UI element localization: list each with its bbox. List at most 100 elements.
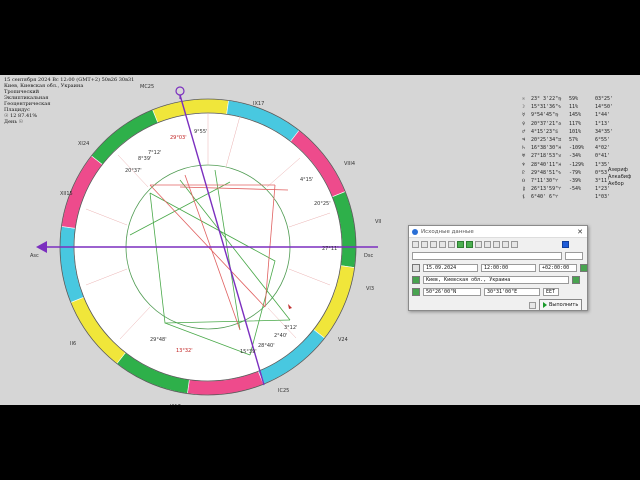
close-button[interactable]: ✕ xyxy=(573,228,587,236)
place-row: Киев, Киевская обл., Украина xyxy=(412,276,580,284)
planet-decl: 14°50' xyxy=(595,104,614,111)
paste-icon[interactable] xyxy=(430,240,437,248)
refresh-icon[interactable] xyxy=(493,240,500,248)
planet-row: ⚸ 6°40' 6"♈ 1°03' xyxy=(522,193,625,201)
planet-degree-label: 4°15' xyxy=(300,177,313,183)
planet-speed: -54% xyxy=(569,186,582,193)
planet-speed xyxy=(569,193,595,201)
planet-degree-label: 20°25' xyxy=(314,201,331,207)
dialog-toolbar xyxy=(409,238,587,250)
ic-label: IC25 xyxy=(278,388,289,394)
planet-pos: 16°38'30"♓ xyxy=(531,145,562,152)
planet-pos: 9°54'45"♍ xyxy=(531,112,559,119)
planet-pos: 15°31'36"♑ xyxy=(531,104,562,111)
green-square-icon[interactable] xyxy=(457,240,464,248)
calendar-icon[interactable] xyxy=(412,264,420,272)
name-input[interactable] xyxy=(412,252,562,260)
circle-icon[interactable] xyxy=(502,240,509,248)
dialog-title: Исходные данные xyxy=(421,228,474,235)
zone-input[interactable]: EET xyxy=(543,288,559,296)
copy-icon[interactable] xyxy=(421,240,428,248)
planet-degree-label: 3°12' xyxy=(284,325,297,331)
globe-icon[interactable] xyxy=(412,276,420,284)
planet-pos: 28°40'11"♓ xyxy=(531,161,562,168)
planet-speed: 101% xyxy=(569,128,582,135)
planet-speed: -129% xyxy=(569,161,585,168)
planet-pos: 6°40' 6"♈ xyxy=(531,194,559,201)
timezone-input[interactable]: +02:00:00 xyxy=(539,264,577,272)
copy-data-icon[interactable] xyxy=(529,301,536,309)
planet-speed: -39% xyxy=(569,178,582,185)
planet-decl: 03°25' xyxy=(595,96,614,102)
planet-degree-label: 15°39' xyxy=(240,349,257,355)
side-label: Алкабиф xyxy=(608,174,632,180)
chart-icon[interactable] xyxy=(475,240,482,248)
planet-row: ♅ 27°18'53"♉ -34% 0°41' xyxy=(522,152,625,160)
planet-speed: -34% xyxy=(569,153,582,160)
planet-decl: 34°35' xyxy=(595,128,614,135)
now-icon[interactable] xyxy=(580,264,588,272)
planet-degree-label: 28°40' xyxy=(258,343,275,349)
play-icon xyxy=(543,302,547,308)
side-label: Акбор xyxy=(608,181,624,187)
house-label: XI24 xyxy=(78,141,89,147)
time-input[interactable]: 12:00:00 xyxy=(481,264,536,272)
location-icon[interactable] xyxy=(412,288,420,296)
dsc-label: Dsc xyxy=(364,253,373,259)
settings-icon[interactable] xyxy=(484,240,491,248)
app-window: MC25 IC25 Asc Dsc IX17 VIII4 VII VI3 V24 XII1… xyxy=(0,75,640,405)
planet-row: ♃ 20°25'34"♊ 57% 6°55' xyxy=(522,136,625,144)
z-icon[interactable] xyxy=(562,240,569,248)
planet-degree-label: 13°32' xyxy=(176,348,193,354)
planet-degree-label: 29°03' xyxy=(170,135,187,141)
planet-glyph: ♄ xyxy=(522,145,526,152)
planet-pos: 20°25'34"♊ xyxy=(531,137,562,144)
name-row xyxy=(412,252,583,260)
planet-decl: 6°55' xyxy=(595,137,611,144)
datetime-row: 15.09.2024 12:00:00 +02:00:00 xyxy=(412,264,588,272)
planet-degree-label: 8°39' xyxy=(138,156,151,162)
asc-label: Asc xyxy=(30,253,39,259)
planet-row: ♂ 4°15'23"♋ 101% 34°35' xyxy=(522,128,625,136)
planet-speed: 59% xyxy=(569,96,579,102)
planet-glyph: ☉ xyxy=(522,96,526,102)
planet-glyph: ♂ xyxy=(522,128,526,135)
date-input[interactable]: 15.09.2024 xyxy=(423,264,478,272)
planet-row: ☉ 23° 3'22"♍ 59% 03°25' xyxy=(522,95,625,103)
planet-decl: 4°02' xyxy=(595,145,611,152)
planet-degree-label: 20°37' xyxy=(125,168,142,174)
side-labels: Азериф Алкабиф Акбор xyxy=(608,167,631,188)
dialog-titlebar[interactable]: Исходные данные ✕ xyxy=(409,226,587,238)
app-icon xyxy=(412,228,418,235)
planet-glyph: ⚸ xyxy=(522,194,526,201)
open-icon[interactable] xyxy=(412,240,419,248)
planet-pos: 23° 3'22"♍ xyxy=(531,96,562,102)
green-bar-icon[interactable] xyxy=(466,240,473,248)
coords-row: 50°26'00"N 30°31'00"E EET xyxy=(412,288,559,296)
name-dropdown[interactable] xyxy=(565,252,583,260)
planet-speed: 145% xyxy=(569,112,582,119)
run-button[interactable]: Выполнить xyxy=(539,299,583,311)
house-label: IX17 xyxy=(253,101,264,107)
planet-decl: 1°03' xyxy=(595,194,611,201)
map-icon[interactable] xyxy=(572,276,580,284)
planet-glyph: ♀ xyxy=(522,120,526,127)
circle-outline-icon[interactable] xyxy=(511,240,518,248)
save-icon[interactable] xyxy=(439,240,446,248)
latitude-input[interactable]: 50°26'00"N xyxy=(423,288,481,296)
planet-decl: 0°41' xyxy=(595,153,611,160)
planet-pos: 4°15'23"♋ xyxy=(531,128,559,135)
longitude-input[interactable]: 30°31'00"E xyxy=(484,288,540,296)
house-label: II6 xyxy=(70,341,76,347)
planet-degree-label: 9°55' xyxy=(194,129,207,135)
planet-glyph: ♆ xyxy=(522,161,526,168)
planet-speed: -79% xyxy=(569,169,582,176)
planet-pos: 26°13'59"♈ xyxy=(531,186,562,193)
place-input[interactable]: Киев, Киевская обл., Украина xyxy=(423,276,569,284)
house-label: VII xyxy=(375,219,381,225)
house-label: III17 xyxy=(170,404,181,405)
list-icon[interactable] xyxy=(448,240,455,248)
planet-glyph: ♅ xyxy=(522,153,526,160)
info-day-line: День ☉ xyxy=(4,119,24,125)
planet-degree-label: 2°40' xyxy=(274,333,287,339)
